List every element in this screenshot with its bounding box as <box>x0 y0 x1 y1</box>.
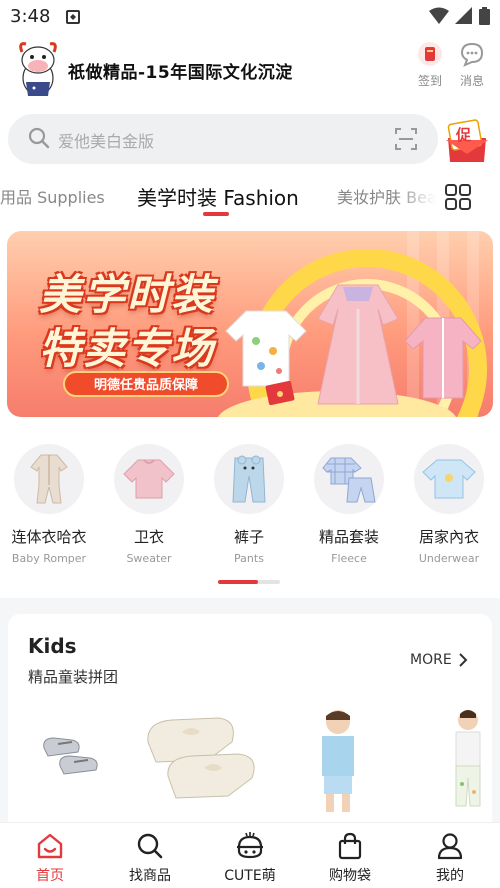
nav-me[interactable]: 我的 <box>410 831 490 885</box>
search-placeholder: 爱他美白金版 <box>58 132 155 151</box>
chevron-right-icon <box>458 653 468 667</box>
app-header: 祇做精品-15年国际文化沉淀 签到 消息 <box>0 34 500 104</box>
grid-button[interactable] <box>436 182 480 212</box>
messages-button[interactable]: 消息 <box>452 40 492 89</box>
banner-baby-romper-image <box>225 310 307 387</box>
system-icons <box>429 7 490 25</box>
nav-find-products[interactable]: 找商品 <box>110 831 190 885</box>
checkin-icon <box>416 40 444 68</box>
category-name-cn: 裤子 <box>233 528 264 546</box>
status-time: 3:48 <box>10 6 51 27</box>
category-name-en: Underwear <box>418 552 480 565</box>
tabs-fade <box>396 176 436 216</box>
category-underwear[interactable]: 居家內衣 Underwear <box>404 444 494 565</box>
grid-icon <box>445 184 471 210</box>
promo-banner[interactable]: 美学时装 特卖专场 明德任贵品质保障 <box>7 231 493 417</box>
banner-dress-image <box>317 284 399 405</box>
nav-shopping-bag[interactable]: 购物袋 <box>310 831 390 885</box>
category-name-en: Sweater <box>126 552 172 565</box>
banner-tagline: 明德任贵品质保障 <box>63 371 229 397</box>
mascot-logo <box>19 42 57 96</box>
search-icon <box>28 127 50 149</box>
nav-cute-label: CUTE萌 <box>224 868 276 884</box>
bag-icon <box>335 831 365 861</box>
shop-title: 祇做精品-15年国际文化沉淀 <box>68 63 293 83</box>
kids-more-link[interactable]: MORE <box>410 652 468 668</box>
category-name-cn: 精品套装 <box>318 528 379 546</box>
active-tab-indicator <box>203 212 229 216</box>
category-name-en: Baby Romper <box>11 552 87 565</box>
category-pager <box>218 580 280 584</box>
product-boy-outfit-image[interactable] <box>310 706 366 816</box>
scan-icon[interactable] <box>394 127 418 151</box>
message-label: 消息 <box>459 74 484 88</box>
banner-title-line1: 美学时装 <box>39 270 216 319</box>
product-kid-pajamas-image[interactable] <box>446 706 490 816</box>
kids-more-label: MORE <box>410 652 452 668</box>
product-silver-shoes-image[interactable] <box>38 726 108 786</box>
category-image <box>214 444 284 514</box>
banner-envelope-image <box>265 381 295 405</box>
category-image <box>414 444 484 514</box>
category-pants[interactable]: 裤子 Pants <box>204 444 294 565</box>
category-name-cn: 连体衣哈衣 <box>11 528 87 546</box>
category-fleece-set[interactable]: 精品套装 Fleece <box>304 444 394 565</box>
message-icon <box>458 40 486 68</box>
category-name-en: Pants <box>234 552 264 565</box>
user-icon <box>435 831 465 861</box>
category-name-en: Fleece <box>331 552 367 565</box>
search-icon <box>135 831 165 861</box>
battery-icon <box>479 7 490 25</box>
home-icon <box>35 831 65 861</box>
nav-home[interactable]: 首页 <box>10 831 90 885</box>
nav-home-label: 首页 <box>36 868 64 884</box>
wifi-icon <box>429 7 449 24</box>
category-icons: 连体衣哈衣 Baby Romper 卫衣 Sweater 裤子 Pants 精品… <box>0 440 500 590</box>
banner-cardigan-image <box>404 317 482 399</box>
checkin-button[interactable]: 签到 <box>410 40 450 89</box>
status-bar: 3:48 <box>0 0 500 34</box>
promo-badge-text: 促 <box>456 126 472 144</box>
checkin-label: 签到 <box>417 74 442 88</box>
product-cream-shoes-image[interactable] <box>138 702 268 812</box>
banner-title-line2: 特卖专场 <box>39 324 216 373</box>
category-name-cn: 居家內衣 <box>418 528 479 546</box>
category-baby-romper[interactable]: 连体衣哈衣 Baby Romper <box>4 444 94 565</box>
nav-cute[interactable]: CUTE萌 <box>210 831 290 885</box>
tab-supplies[interactable]: 用品 Supplies <box>0 184 105 208</box>
category-pager-fill <box>218 580 258 584</box>
category-name-cn: 卫衣 <box>133 528 164 546</box>
kids-title: Kids <box>28 634 77 658</box>
category-image <box>114 444 184 514</box>
nav-find-label: 找商品 <box>129 868 171 884</box>
tab-fashion[interactable]: 美学时装 Fashion <box>137 182 299 211</box>
kids-subtitle: 精品童装拼团 <box>28 668 119 686</box>
signal-icon <box>455 7 472 24</box>
promo-badge[interactable]: 促 <box>442 116 492 166</box>
category-sweater[interactable]: 卫衣 Sweater <box>104 444 194 565</box>
notification-icon <box>66 10 80 24</box>
category-image <box>314 444 384 514</box>
nav-me-label: 我的 <box>436 868 464 884</box>
bottom-navigation: 首页 找商品 CUTE萌 购物袋 我的 <box>0 822 500 888</box>
category-image <box>14 444 84 514</box>
nav-bag-label: 购物袋 <box>329 868 371 884</box>
search-input[interactable]: 爱他美白金版 <box>8 114 438 164</box>
cute-icon <box>235 831 265 861</box>
